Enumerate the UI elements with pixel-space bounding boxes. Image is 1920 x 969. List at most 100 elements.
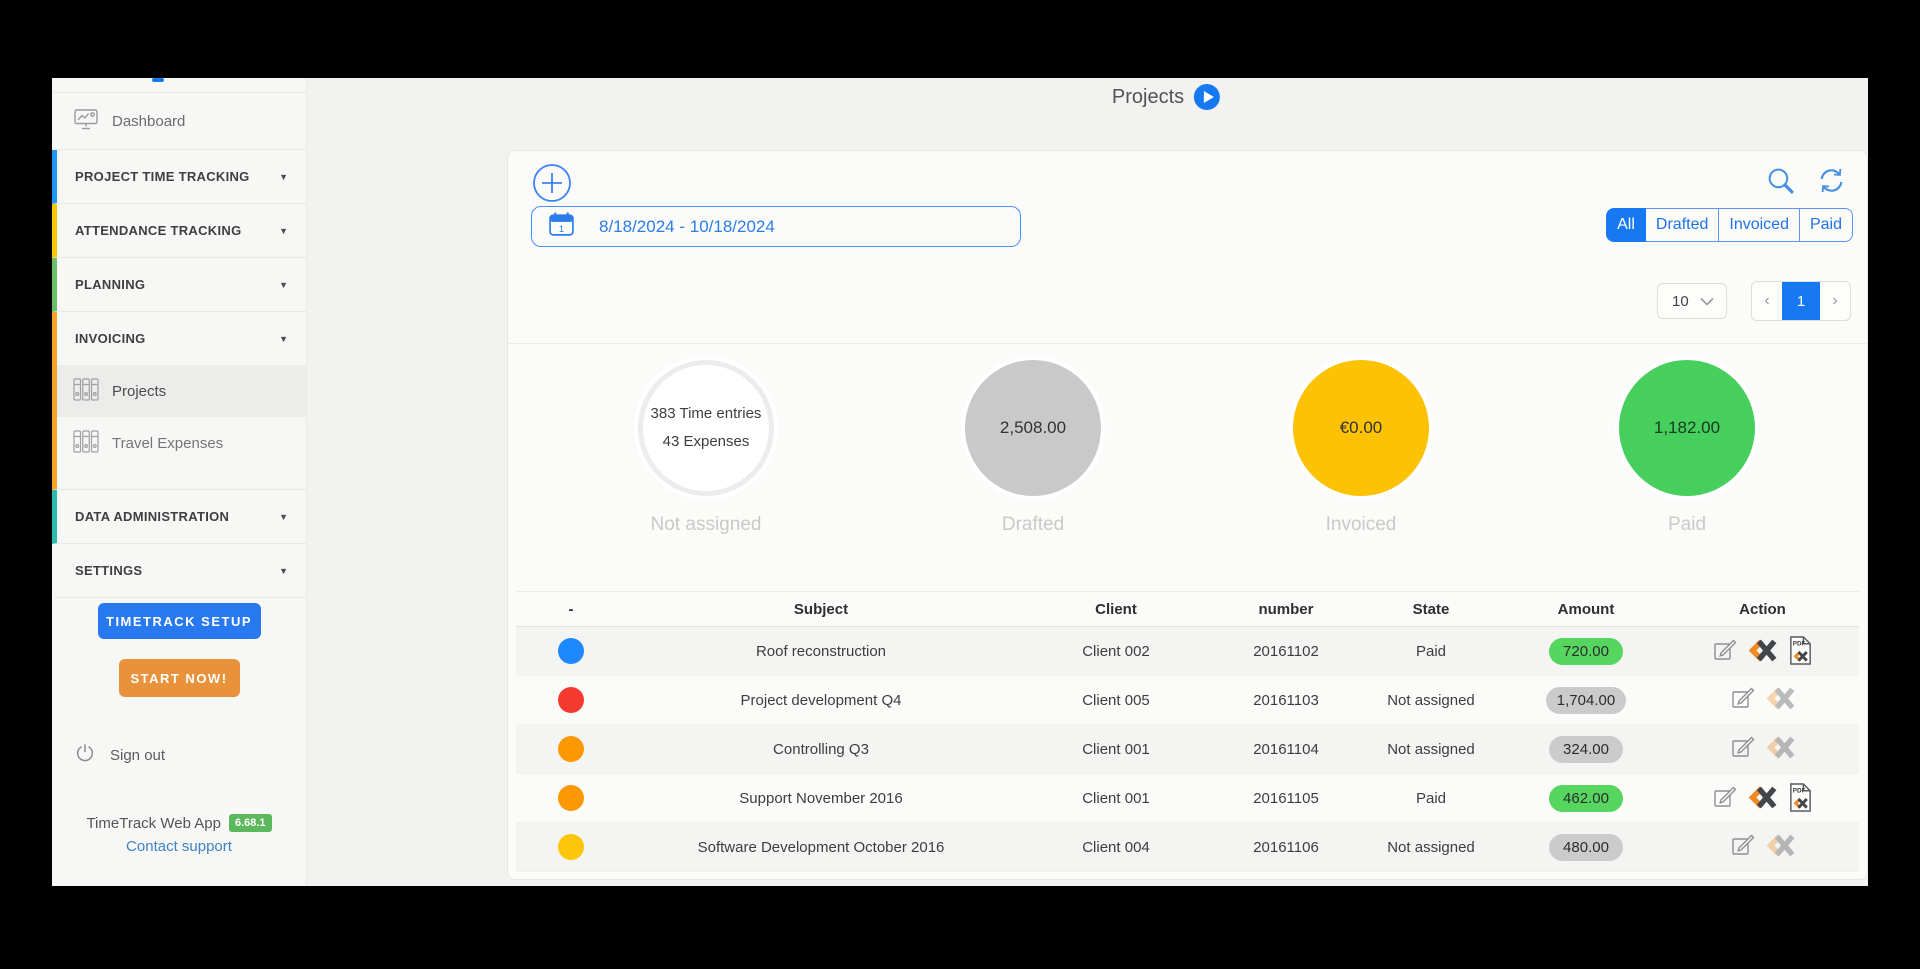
circle-value: 2,508.00: [1000, 412, 1066, 444]
sidebar-item-travel-expenses[interactable]: Travel Expenses: [57, 417, 306, 469]
cell-action: [1666, 685, 1859, 715]
cell-amount: 324.00: [1506, 736, 1666, 763]
table-row[interactable]: Controlling Q3Client 00120161104Not assi…: [516, 725, 1859, 774]
chevron-down-icon: [1700, 293, 1714, 310]
x-export-icon[interactable]: [1747, 638, 1778, 663]
status-dot: [558, 687, 584, 713]
chevron-down-icon: ▼: [279, 172, 288, 182]
content-card: 1 8/18/2024 - 10/18/2024 AllDraftedInvoi…: [507, 150, 1868, 880]
edit-icon[interactable]: [1730, 832, 1756, 858]
table-row[interactable]: Software Development October 2016Client …: [516, 823, 1859, 872]
sidebar-section-project-time-tracking: PROJECT TIME TRACKING ▼: [52, 150, 306, 204]
sidebar-section-header-project-time-tracking[interactable]: PROJECT TIME TRACKING ▼: [57, 150, 306, 203]
prev-page-button[interactable]: ‹: [1752, 282, 1782, 320]
date-range-picker[interactable]: 1 8/18/2024 - 10/18/2024: [531, 206, 1021, 247]
cell-subject: Support November 2016: [626, 790, 1016, 807]
circle-value: 383 Time entries: [651, 400, 762, 429]
cell-subject: Project development Q4: [626, 692, 1016, 709]
pagination: 10 ‹ 1 ›: [1657, 281, 1851, 321]
cell-subject: Software Development October 2016: [626, 839, 1016, 856]
sidebar: Dashboard PROJECT TIME TRACKING ▼ ATTENDAN…: [52, 78, 307, 886]
pdf-export-icon[interactable]: PDF: [1787, 782, 1814, 813]
sidebar-section-planning: PLANNING▼: [52, 258, 306, 312]
status-circle: 383 Time entries43 Expenses: [638, 360, 774, 496]
contact-support-link[interactable]: Contact support: [52, 838, 306, 855]
column-header-client: Client: [1016, 601, 1216, 618]
status-dot: [558, 638, 584, 664]
color-dot-cell: [516, 736, 626, 762]
circle-label: Drafted: [965, 514, 1101, 536]
chevron-down-icon: ▼: [279, 512, 288, 522]
edit-icon[interactable]: [1712, 637, 1738, 663]
logo-remnant: [152, 78, 164, 82]
edit-icon[interactable]: [1730, 685, 1756, 711]
amount-badge: 720.00: [1549, 638, 1623, 665]
sidebar-item-dashboard[interactable]: Dashboard: [52, 93, 306, 150]
cell-amount: 480.00: [1506, 834, 1666, 861]
pdf-export-icon[interactable]: PDF: [1787, 635, 1814, 666]
filter-tab-invoiced[interactable]: Invoiced: [1719, 208, 1800, 242]
column-header-amount: Amount: [1506, 601, 1666, 618]
current-page[interactable]: 1: [1782, 282, 1820, 320]
status-circle: 2,508.00: [965, 360, 1101, 496]
cell-client: Client 001: [1016, 741, 1216, 758]
edit-icon[interactable]: [1730, 734, 1756, 760]
edit-icon[interactable]: [1712, 784, 1738, 810]
column-header-dot: -: [516, 601, 626, 618]
page-title-row: Projects: [1112, 84, 1220, 110]
cell-client: Client 005: [1016, 692, 1216, 709]
svg-text:PDF: PDF: [1792, 787, 1805, 794]
x-export-icon[interactable]: [1747, 785, 1778, 810]
cell-action: PDF: [1666, 635, 1859, 668]
summary-circle-paid: 1,182.00Paid: [1619, 360, 1755, 536]
start-now-button[interactable]: START NOW!: [119, 659, 240, 697]
x-export-icon-disabled: [1765, 735, 1796, 760]
amount-badge: 324.00: [1549, 736, 1623, 763]
sidebar-section-header-settings[interactable]: SETTINGS▼: [57, 544, 306, 597]
table-row[interactable]: Support November 2016Client 00120161105P…: [516, 774, 1859, 823]
filter-tab-drafted[interactable]: Drafted: [1646, 208, 1719, 242]
cell-state: Not assigned: [1356, 741, 1506, 758]
cell-action: PDF: [1666, 782, 1859, 815]
sidebar-section-header-attendance-tracking[interactable]: ATTENDANCE TRACKING▼: [57, 204, 306, 257]
sidebar-section-label: PROJECT TIME TRACKING: [75, 169, 250, 184]
next-page-button[interactable]: ›: [1820, 282, 1850, 320]
add-button[interactable]: [532, 163, 572, 203]
amount-badge: 480.00: [1549, 834, 1623, 861]
circle-value: €0.00: [1340, 412, 1383, 444]
sidebar-header: [52, 78, 306, 93]
timetrack-setup-button[interactable]: TIMETRACK SETUP: [98, 603, 261, 639]
x-export-icon-disabled: [1765, 686, 1796, 711]
play-icon[interactable]: [1194, 84, 1220, 110]
page-size-select[interactable]: 10: [1657, 283, 1727, 319]
amount-badge: 1,704.00: [1546, 687, 1626, 714]
svg-text:1: 1: [559, 223, 564, 233]
search-icon[interactable]: [1765, 165, 1796, 201]
sidebar-section-header-invoicing[interactable]: INVOICING▼: [57, 312, 306, 365]
filter-tab-paid[interactable]: Paid: [1800, 208, 1853, 242]
sidebar-section-label: SETTINGS: [75, 563, 142, 578]
status-dot: [558, 785, 584, 811]
sidebar-item-projects[interactable]: Projects: [57, 365, 306, 417]
circle-label: Not assigned: [638, 514, 774, 536]
sidebar-section-label: ATTENDANCE TRACKING: [75, 223, 242, 238]
pager: ‹ 1 ›: [1751, 281, 1851, 321]
sidebar-section-header-planning[interactable]: PLANNING▼: [57, 258, 306, 311]
table-row[interactable]: Project development Q4Client 00520161103…: [516, 676, 1859, 725]
column-header-state: State: [1356, 601, 1506, 618]
status-dot: [558, 834, 584, 860]
sidebar-section-data-administration: DATA ADMINISTRATION▼: [52, 490, 306, 544]
version-block: TimeTrack Web App 6.68.1 Contact support: [52, 814, 306, 855]
sidebar-section-header-data-administration[interactable]: DATA ADMINISTRATION▼: [57, 490, 306, 543]
cell-client: Client 001: [1016, 790, 1216, 807]
app-window: Dashboard PROJECT TIME TRACKING ▼ ATTENDAN…: [52, 78, 1868, 886]
refresh-icon[interactable]: [1816, 165, 1847, 201]
app-name-label: TimeTrack Web App: [86, 815, 221, 832]
table-row[interactable]: Roof reconstructionClient 00220161102Pai…: [516, 627, 1859, 676]
sign-out-button[interactable]: Sign out: [74, 742, 165, 768]
status-dot: [558, 736, 584, 762]
cell-client: Client 002: [1016, 643, 1216, 660]
cell-subject: Roof reconstruction: [626, 643, 1016, 660]
circle-value: 1,182.00: [1654, 412, 1720, 444]
filter-tab-all[interactable]: All: [1606, 208, 1646, 242]
